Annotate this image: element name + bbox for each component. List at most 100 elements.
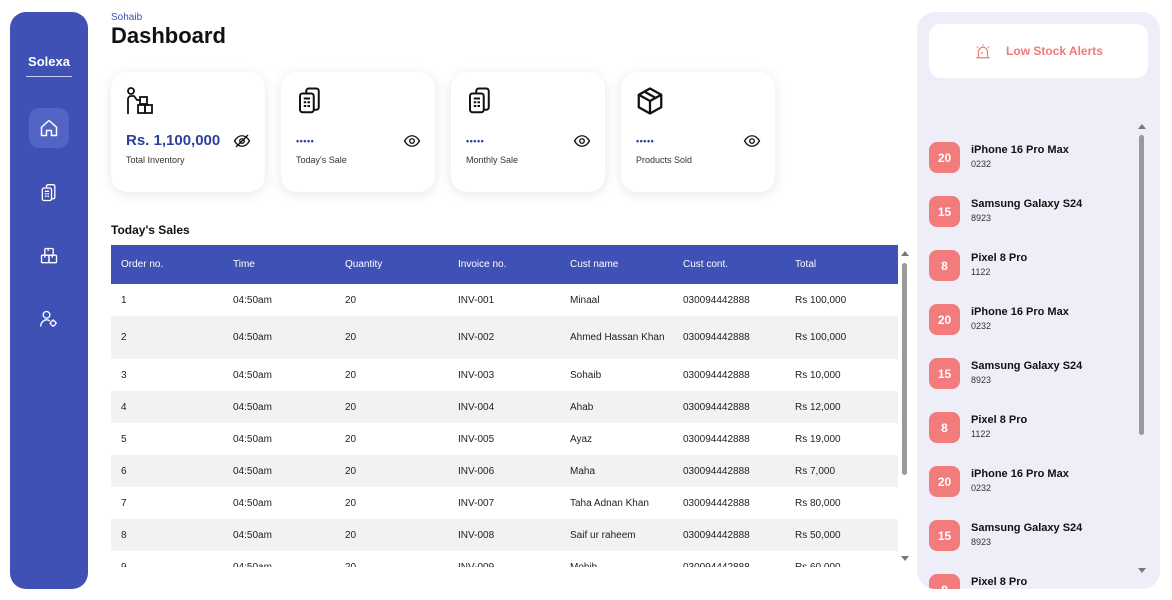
stock-count-badge: 20 (929, 304, 960, 335)
table-row[interactable]: 8 04:50am 20 INV-008 Saif ur raheem 030094442… (111, 519, 898, 551)
card-total-inventory[interactable]: Rs. 1,100,000 Total Inventory (111, 72, 265, 192)
stock-count-badge: 20 (929, 466, 960, 497)
table-cell: INV-003 (458, 369, 495, 381)
card-value: Rs. 1,100,000 (126, 132, 221, 149)
sales-table-container[interactable]: Order no. Time Quantity Invoice no. Cust… (111, 245, 898, 567)
table-cell: 20 (345, 529, 357, 541)
table-row[interactable]: 7 04:50am 20 INV-007 Taha Adnan Khan 03009444… (111, 487, 898, 519)
table-cell: 04:50am (233, 465, 272, 477)
column-header[interactable]: Total (785, 245, 898, 284)
column-header[interactable]: Time (223, 245, 335, 284)
product-name: iPhone 16 Pro Max (971, 144, 1069, 156)
card-monthly-sale[interactable]: ••••• Monthly Sale (451, 72, 605, 192)
table-cell: 5 (121, 433, 127, 445)
table-cell: 030094442888 (683, 497, 750, 509)
table-row[interactable]: 6 04:50am 20 INV-006 Maha 030094442888 Rs 7,00… (111, 455, 898, 487)
table-cell: 030094442888 (683, 294, 750, 306)
low-stock-item[interactable]: 15 Samsung Galaxy S24 8923 (929, 358, 1134, 412)
low-stock-list[interactable]: 20 iPhone 16 Pro Max 0232 15 Samsung Galaxy … (929, 142, 1134, 589)
table-row[interactable]: 9 04:50am 20 INV-009 Mohib 030094442888 Rs 60,… (111, 551, 898, 568)
table-row[interactable]: 2 04:50am 20 INV-002 Ahmed Hassan Khan 030094… (111, 316, 898, 359)
table-cell: 04:50am (233, 294, 272, 306)
column-header[interactable]: Invoice no. (448, 245, 560, 284)
card-todays-sale[interactable]: ••••• Today's Sale (281, 72, 435, 192)
table-cell: Ayaz (570, 433, 593, 445)
scrollbar-thumb[interactable] (1139, 135, 1144, 435)
table-row[interactable]: 1 04:50am 20 INV-001 Minaal 030094442888 Rs 10… (111, 284, 898, 316)
scroll-up-icon[interactable] (901, 251, 909, 256)
table-cell: 030094442888 (683, 369, 750, 381)
scrollbar-thumb[interactable] (902, 263, 907, 475)
card-label: Total Inventory (126, 155, 185, 165)
sidebar-item-users[interactable] (29, 299, 69, 339)
column-header[interactable]: Order no. (111, 245, 223, 284)
stock-count-badge: 15 (929, 196, 960, 227)
scroll-down-icon[interactable] (1138, 568, 1146, 573)
eye-off-icon[interactable] (233, 132, 251, 150)
low-stock-item[interactable]: 20 iPhone 16 Pro Max 0232 (929, 466, 1134, 520)
low-stock-panel: Low Stock Alerts 20 iPhone 16 Pro Max 0232… (917, 12, 1160, 589)
eye-icon[interactable] (573, 132, 591, 150)
sidebar-item-inventory[interactable] (29, 236, 69, 276)
table-cell: Rs 50,000 (795, 529, 841, 541)
product-code: 8923 (971, 537, 992, 547)
product-name: Samsung Galaxy S24 (971, 198, 1083, 210)
low-stock-item[interactable]: 20 iPhone 16 Pro Max 0232 (929, 142, 1134, 196)
table-cell: 04:50am (233, 401, 272, 413)
product-name: iPhone 16 Pro Max (971, 306, 1069, 318)
low-stock-item[interactable]: 15 Samsung Galaxy S24 8923 (929, 196, 1134, 250)
product-name: Pixel 8 Pro (971, 414, 1028, 426)
scroll-up-icon[interactable] (1138, 124, 1146, 129)
table-cell: 1 (121, 294, 127, 306)
user-settings-icon (40, 310, 57, 327)
table-cell: Rs 60,000 (795, 561, 841, 568)
card-label: Today's Sale (296, 155, 347, 165)
table-row[interactable]: 4 04:50am 20 INV-004 Ahab 030094442888 Rs 12,0… (111, 391, 898, 423)
table-cell: Rs 100,000 (795, 332, 847, 343)
low-stock-title: Low Stock Alerts (1006, 44, 1103, 58)
product-code: 0232 (971, 321, 992, 331)
low-stock-item[interactable]: 15 Samsung Galaxy S24 8923 (929, 520, 1134, 574)
sales-icon (469, 87, 490, 114)
table-cell: INV-005 (458, 433, 495, 445)
table-row[interactable]: 5 04:50am 20 INV-005 Ayaz 030094442888 Rs 19,0… (111, 423, 898, 455)
eye-icon[interactable] (403, 132, 421, 150)
table-row[interactable]: 3 04:50am 20 INV-003 Sohaib 030094442888 Rs 10… (111, 359, 898, 391)
table-cell: INV-009 (458, 561, 495, 568)
table-cell: 20 (345, 465, 357, 477)
table-cell: 3 (121, 369, 127, 381)
product-code: 1122 (971, 267, 991, 277)
table-cell: Rs 10,000 (795, 369, 841, 381)
sidebar-item-home[interactable] (29, 108, 69, 148)
table-scrollbar[interactable] (900, 248, 910, 564)
column-header[interactable]: Quantity (335, 245, 448, 284)
page-title: Dashboard (111, 23, 226, 48)
column-header[interactable]: Cust name (560, 245, 673, 284)
panel-scrollbar[interactable] (1137, 121, 1147, 576)
column-header[interactable]: Cust cont. (673, 245, 785, 284)
sales-section-title: Today's Sales (111, 223, 190, 237)
eye-icon[interactable] (743, 132, 761, 150)
product-code: 8923 (971, 375, 992, 385)
sales-table: Order no. Time Quantity Invoice no. Cust… (111, 245, 898, 567)
low-stock-item[interactable]: 8Pixel 8 Pro1122 (929, 574, 1134, 589)
sidebar-item-sales[interactable] (29, 173, 69, 213)
table-cell: INV-008 (458, 529, 495, 541)
low-stock-item[interactable]: 8Pixel 8 Pro1122 (929, 412, 1134, 466)
table-header-row: Order no. Time Quantity Invoice no. Cust… (111, 245, 898, 284)
table-cell: 04:50am (233, 561, 272, 568)
inventory-icon (40, 247, 58, 264)
card-products-sold[interactable]: ••••• Products Sold (621, 72, 775, 192)
product-name: Pixel 8 Pro (971, 252, 1028, 264)
product-code: 8923 (971, 213, 992, 223)
low-stock-item[interactable]: 8Pixel 8 Pro1122 (929, 250, 1134, 304)
table-cell: Rs 80,000 (795, 497, 841, 509)
table-cell: INV-002 (458, 332, 495, 343)
card-hidden-value: ••••• (296, 136, 315, 146)
card-label: Monthly Sale (466, 155, 519, 165)
table-cell: Mohib (570, 561, 598, 568)
low-stock-item[interactable]: 20 iPhone 16 Pro Max 0232 (929, 304, 1134, 358)
scroll-down-icon[interactable] (901, 556, 909, 561)
product-code: 1122 (971, 429, 991, 439)
table-cell: INV-007 (458, 497, 495, 509)
